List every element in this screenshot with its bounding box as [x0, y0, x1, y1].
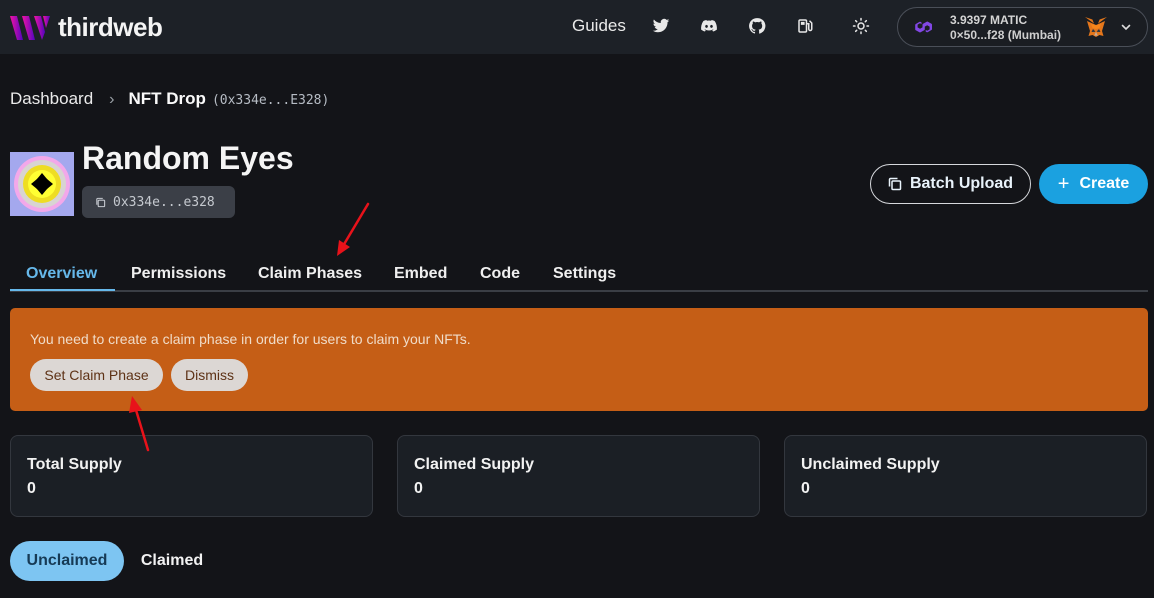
top-bar: thirdweb Guides 3.9397 MATIC 0×50...f28 … [0, 0, 1154, 54]
stat-value: 0 [414, 480, 423, 497]
stat-value: 0 [801, 480, 810, 497]
wallet-address: 0×50...f28 (Mumbai) [950, 28, 1062, 42]
claim-phase-alert: You need to create a claim phase in orde… [10, 308, 1148, 411]
wallet-balance: 3.9397 MATIC [950, 13, 1028, 27]
thirdweb-logo-icon [10, 15, 50, 40]
discord-icon[interactable] [698, 15, 720, 37]
filter-claimed-tab[interactable]: Claimed [124, 541, 220, 581]
tab-claim-phases[interactable]: Claim Phases [258, 265, 362, 283]
breadcrumb-address: (0x334e...E328) [211, 93, 330, 108]
stat-label: Total Supply [27, 456, 122, 473]
create-button[interactable]: + Create [1039, 164, 1148, 204]
gas-pump-icon[interactable] [794, 15, 816, 37]
contract-avatar [10, 152, 74, 216]
tab-bar: Overview Permissions Claim Phases Embed … [10, 256, 1148, 292]
copy-icon [96, 197, 106, 207]
polygon-icon [915, 21, 932, 33]
eye-image-icon [10, 152, 74, 216]
stat-label: Claimed Supply [414, 456, 535, 473]
active-tab-indicator [10, 289, 115, 291]
page-title: Random Eyes [82, 140, 294, 176]
copy-icon [888, 177, 902, 191]
breadcrumb: Dashboard › NFT Drop (0x334e...E328) [10, 89, 329, 109]
batch-upload-label: Batch Upload [909, 175, 1014, 192]
twitter-icon[interactable] [650, 15, 672, 37]
github-icon[interactable] [746, 15, 768, 37]
contract-address: 0x334e...e328 [113, 194, 215, 210]
set-claim-phase-button[interactable]: Set Claim Phase [30, 359, 163, 391]
brand-logo[interactable]: thirdweb [10, 12, 163, 43]
breadcrumb-dashboard-link[interactable]: Dashboard [10, 89, 93, 109]
create-label: Create [1079, 175, 1130, 192]
filter-unclaimed-tab[interactable]: Unclaimed [10, 541, 124, 581]
brand-name: thirdweb [58, 12, 163, 42]
breadcrumb-current: NFT Drop [128, 89, 206, 108]
stat-card-claimed-supply: Claimed Supply 0 [397, 435, 760, 517]
plus-icon: + [1057, 173, 1070, 195]
chevron-down-icon [1121, 24, 1131, 31]
breadcrumb-separator-icon: › [109, 91, 115, 108]
contract-address-copy-button[interactable]: 0x334e...e328 [82, 186, 235, 218]
dismiss-button[interactable]: Dismiss [171, 359, 248, 391]
tab-settings[interactable]: Settings [553, 265, 616, 283]
batch-upload-button[interactable]: Batch Upload [870, 164, 1031, 204]
metamask-fox-icon [1085, 17, 1107, 37]
tab-overview[interactable]: Overview [26, 265, 97, 283]
stat-card-unclaimed-supply: Unclaimed Supply 0 [784, 435, 1147, 517]
annotation-arrow-icon [337, 202, 370, 256]
stat-card-total-supply: Total Supply 0 [10, 435, 373, 517]
tab-permissions[interactable]: Permissions [131, 265, 226, 283]
stat-label: Unclaimed Supply [801, 456, 940, 473]
alert-message: You need to create a claim phase in orde… [30, 331, 471, 347]
nav-guides-link[interactable]: Guides [572, 16, 626, 36]
tab-code[interactable]: Code [480, 265, 520, 283]
tab-embed[interactable]: Embed [394, 265, 447, 283]
stat-value: 0 [27, 480, 36, 497]
wallet-connect-button[interactable]: 3.9397 MATIC 0×50...f28 (Mumbai) [897, 7, 1148, 47]
sun-icon[interactable] [850, 15, 872, 37]
